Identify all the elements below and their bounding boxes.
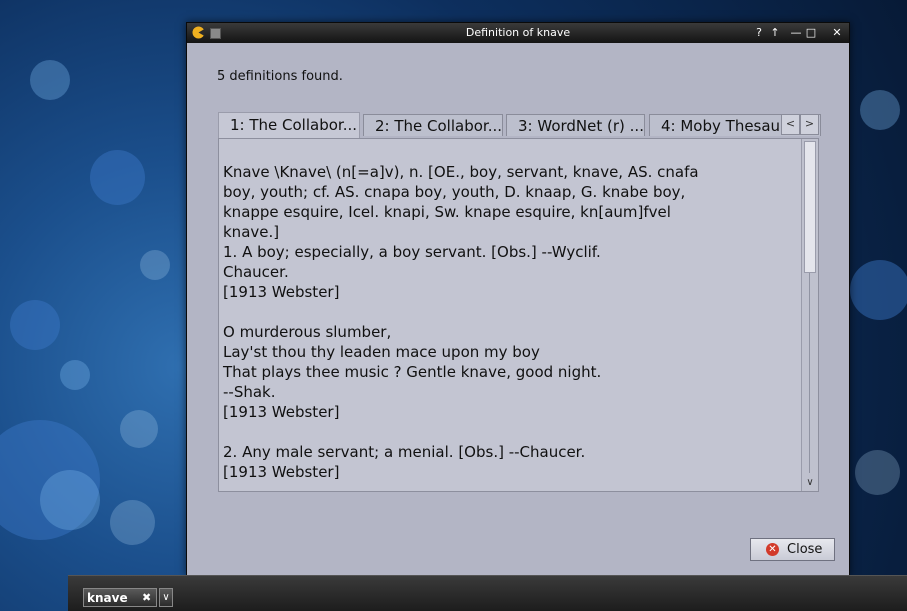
tab-scroll-right-button[interactable]: > [800, 114, 819, 135]
window-title: Definition of knave [465, 26, 571, 39]
title-bar[interactable]: Definition of knave ? ↑ — □ ✕ [187, 23, 849, 43]
minimize-button[interactable]: — [789, 25, 803, 40]
clear-icon[interactable]: ✖ [142, 591, 151, 604]
maximize-button[interactable]: □ [804, 25, 818, 40]
close-icon: ✕ [766, 543, 779, 556]
tab-2[interactable]: 2: The Collabor... [363, 114, 503, 136]
close-button-label: Close [787, 542, 823, 557]
help-button[interactable]: ? [752, 25, 766, 40]
search-dropdown-button[interactable]: ∨ [159, 588, 173, 607]
search-input-value: knave [87, 591, 128, 605]
tab-3[interactable]: 3: WordNet (r) ... [506, 114, 645, 136]
definition-panel: Knave \Knave\ (n[=a]v), n. [OE., boy, se… [218, 138, 819, 492]
definition-dialog: Definition of knave ? ↑ — □ ✕ 5 definiti… [186, 22, 850, 576]
definitions-found-label: 5 definitions found. [217, 69, 343, 84]
definition-text: Knave \Knave\ (n[=a]v), n. [OE., boy, se… [223, 163, 699, 481]
taskbar-panel: knave ✖ ∨ [68, 575, 907, 611]
vertical-scrollbar[interactable]: ∨ [801, 139, 818, 491]
search-input[interactable]: knave ✖ [83, 588, 157, 607]
close-button[interactable]: ✕ Close [750, 538, 835, 561]
scrollbar-thumb[interactable] [804, 141, 816, 273]
tab-scroll-left-button[interactable]: < [781, 114, 800, 135]
window-close-button[interactable]: ✕ [830, 25, 844, 40]
definition-tabs: 1: The Collabor... 2: The Collabor... 3:… [218, 112, 821, 138]
shade-button[interactable]: ↑ [768, 25, 782, 40]
tab-1[interactable]: 1: The Collabor... [218, 112, 360, 138]
scroll-down-icon[interactable]: ∨ [804, 477, 816, 489]
scrollbar-track [809, 273, 810, 473]
